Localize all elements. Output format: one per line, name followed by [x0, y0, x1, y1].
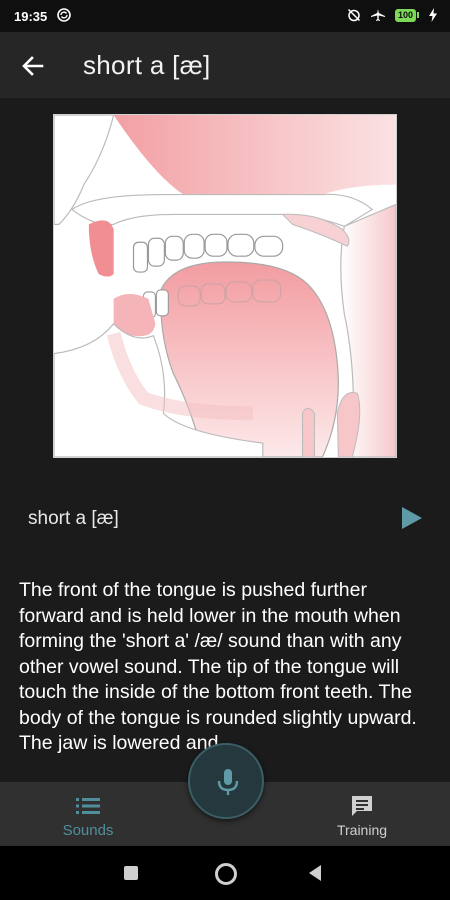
mouth-cross-section-illustration — [54, 115, 396, 457]
feedback-icon — [352, 796, 372, 816]
mouth-diagram — [53, 114, 397, 458]
airplane-mode-icon — [370, 9, 385, 21]
system-navigation-bar — [0, 846, 450, 900]
sound-label: short a [æ] — [28, 508, 119, 529]
page-title: short a [æ] — [83, 50, 211, 80]
microphone-icon — [217, 769, 239, 795]
nav-label-sounds: Sounds — [62, 822, 114, 839]
alarm-off-icon — [347, 8, 360, 22]
play-icon[interactable] — [397, 504, 425, 532]
back-arrow-icon[interactable] — [18, 51, 48, 81]
charging-icon — [429, 8, 437, 22]
system-back-icon[interactable] — [309, 865, 321, 881]
nav-item-sounds[interactable]: Sounds — [13, 782, 163, 846]
nav-item-training[interactable]: Training — [287, 782, 437, 846]
nav-label-training: Training — [336, 822, 388, 838]
battery-icon: 100 — [394, 8, 419, 22]
battery-level: 100 — [394, 8, 416, 22]
status-time: 19:35 — [14, 9, 48, 24]
recent-apps-icon[interactable] — [124, 866, 138, 880]
sync-icon — [57, 8, 71, 22]
home-icon[interactable] — [215, 863, 237, 885]
list-icon — [76, 798, 100, 814]
status-bar: 19:35 100 — [0, 0, 450, 32]
app-bar: short a [æ] — [0, 32, 450, 98]
status-icons: 100 — [347, 8, 438, 22]
record-button[interactable] — [188, 743, 264, 819]
